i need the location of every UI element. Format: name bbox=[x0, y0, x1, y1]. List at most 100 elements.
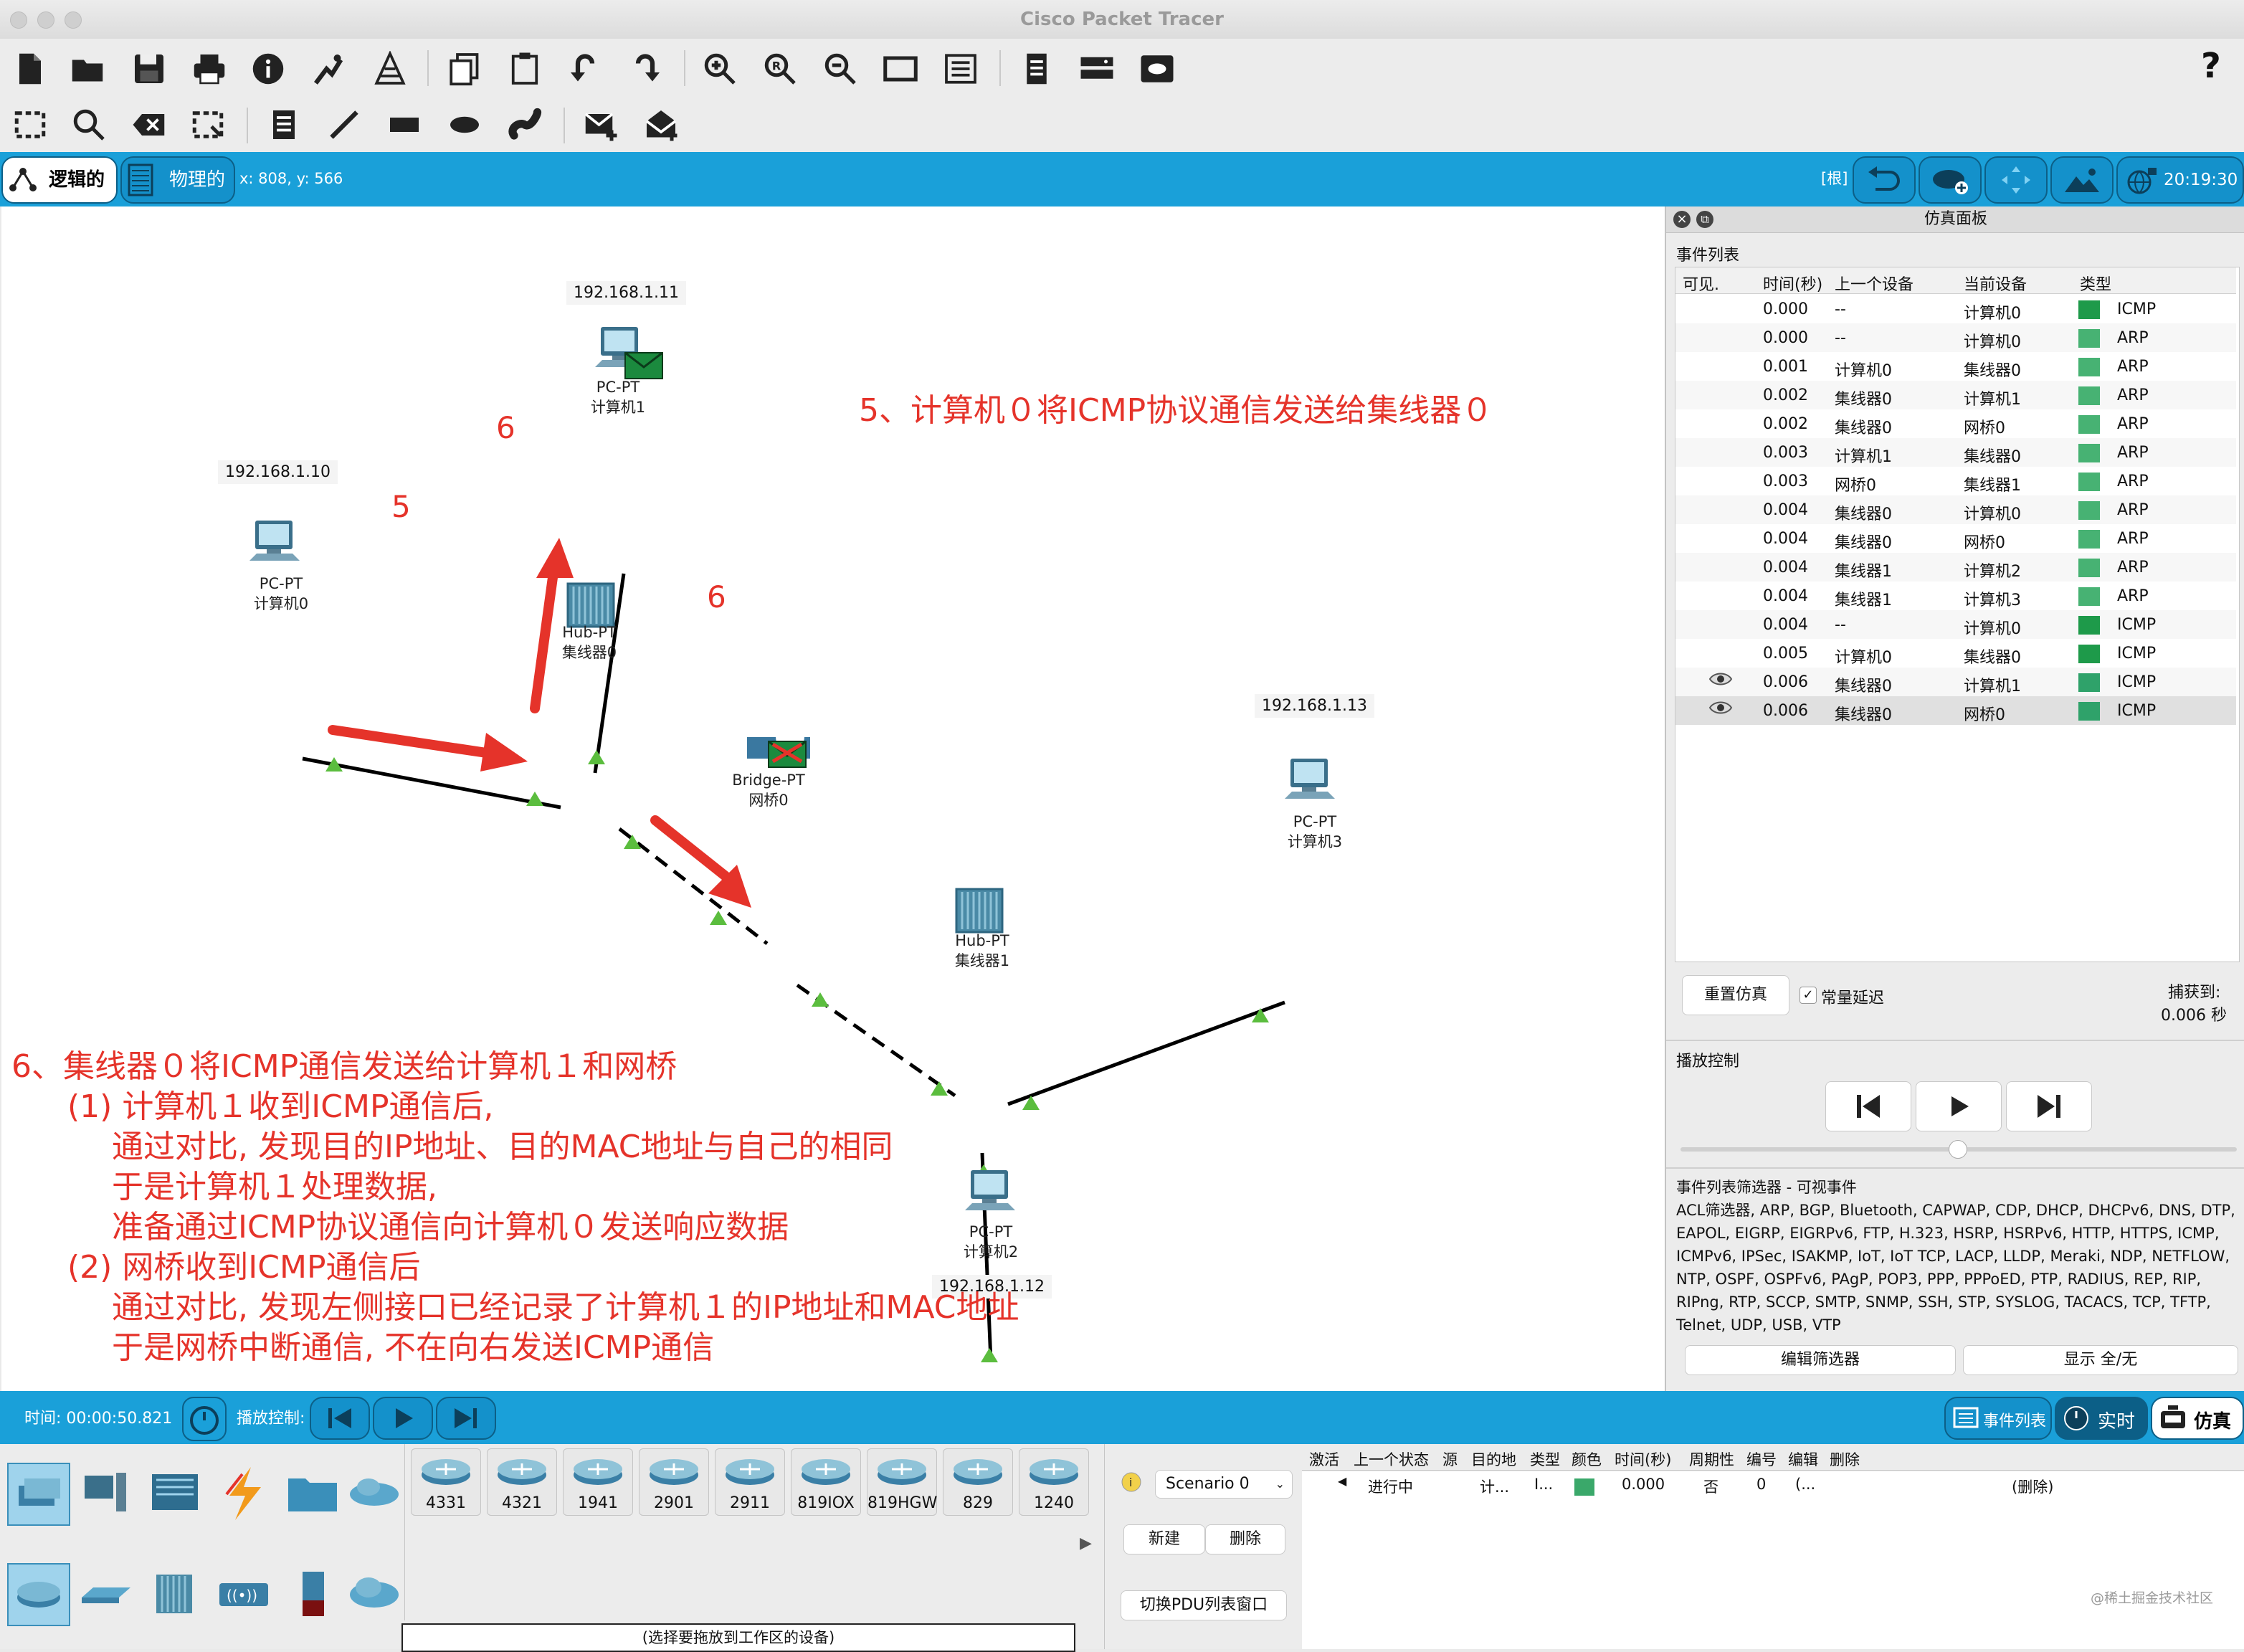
cloud-manager-icon[interactable] bbox=[1137, 49, 1177, 89]
security-subcategory-icon[interactable] bbox=[282, 1563, 343, 1623]
playback-speed-handle[interactable] bbox=[1949, 1140, 1967, 1159]
column-header[interactable]: 可见. bbox=[1683, 272, 1719, 295]
column-header[interactable]: 周期性 bbox=[1689, 1448, 1734, 1470]
event-row[interactable]: 0.000 -- 计算机0 ICMP bbox=[1675, 295, 2236, 323]
logical-view-tab[interactable]: 逻辑的 bbox=[1, 156, 118, 204]
realtime-mode-tab[interactable]: 实时 bbox=[2055, 1397, 2148, 1440]
routers-subcategory-icon[interactable] bbox=[7, 1563, 70, 1626]
constant-delay-checkbox[interactable]: ✓ bbox=[1800, 987, 1817, 1004]
power-cycle-button[interactable] bbox=[182, 1397, 227, 1441]
paste-icon[interactable] bbox=[505, 49, 545, 89]
wan-emulation-subcategory-icon[interactable] bbox=[344, 1563, 404, 1623]
pdu-envelope-icon[interactable] bbox=[624, 351, 665, 381]
column-header[interactable]: 编辑 bbox=[1788, 1448, 1818, 1470]
device-model-4321[interactable]: 4321 bbox=[487, 1448, 557, 1516]
simulation-mode-tab[interactable]: 仿真 bbox=[2151, 1397, 2244, 1440]
draw-ellipse-icon[interactable] bbox=[444, 105, 485, 145]
freeform-icon[interactable] bbox=[505, 105, 545, 145]
scenario-select[interactable]: Scenario 0 ⌄ bbox=[1155, 1470, 1293, 1499]
event-row[interactable]: 0.004 集线器1 计算机3 ARP bbox=[1675, 581, 2236, 610]
scenario-info-icon[interactable]: i bbox=[1121, 1471, 1142, 1493]
info-icon[interactable] bbox=[248, 49, 288, 89]
column-header[interactable]: 上一个设备 bbox=[1835, 272, 1913, 295]
device-model-819HGW[interactable]: 819HGW bbox=[867, 1448, 937, 1516]
ip-note-pc3[interactable]: 192.168.1.13 bbox=[1255, 694, 1374, 718]
hubs-subcategory-icon[interactable] bbox=[145, 1563, 205, 1623]
link-pc0-hub0[interactable] bbox=[302, 756, 561, 810]
device-template-icon[interactable] bbox=[1077, 49, 1117, 89]
delete-scenario-button[interactable]: 删除 bbox=[1205, 1524, 1285, 1554]
drawing-palette-icon[interactable] bbox=[880, 49, 921, 89]
device-model-4331[interactable]: 4331 bbox=[411, 1448, 481, 1516]
wireless-subcategory-icon[interactable]: ((•)) bbox=[214, 1563, 274, 1623]
reset-simulation-button[interactable]: 重置仿真 bbox=[1682, 975, 1789, 1015]
show-all-none-button[interactable]: 显示 全/无 bbox=[1963, 1345, 2238, 1375]
event-row[interactable]: 0.004 集线器0 网桥0 ARP bbox=[1675, 524, 2236, 553]
draw-line-icon[interactable] bbox=[324, 105, 364, 145]
move-object-button[interactable] bbox=[1984, 156, 2048, 204]
event-list-toggle[interactable]: 事件列表 bbox=[1944, 1397, 2052, 1440]
print-icon[interactable] bbox=[189, 49, 229, 89]
device-model-1240[interactable]: 1240 bbox=[1019, 1448, 1089, 1516]
new-file-icon[interactable] bbox=[10, 49, 50, 89]
end-devices-category-icon[interactable] bbox=[76, 1463, 136, 1523]
expand-arrow-icon[interactable]: ▶ bbox=[1080, 1534, 1092, 1552]
event-row[interactable]: 0.002 集线器0 网桥0 ARP bbox=[1675, 409, 2236, 438]
undo-icon[interactable] bbox=[565, 49, 605, 89]
column-header[interactable]: 时间(秒) bbox=[1615, 1448, 1671, 1470]
edit-filters-button[interactable]: 编辑筛选器 bbox=[1685, 1345, 1956, 1375]
column-header[interactable]: 时间(秒) bbox=[1763, 272, 1822, 295]
redo-icon[interactable] bbox=[625, 49, 665, 89]
bottom-play-button[interactable] bbox=[373, 1397, 433, 1440]
event-row[interactable]: 0.003 网桥0 集线器1 ARP bbox=[1675, 467, 2236, 495]
device-model-819IOX[interactable]: 819IOX bbox=[791, 1448, 861, 1516]
network-info-icon[interactable] bbox=[370, 49, 410, 89]
bottom-step-forward-button[interactable] bbox=[436, 1397, 496, 1440]
column-header[interactable]: 类型 bbox=[2080, 272, 2111, 295]
event-row[interactable]: 0.000 -- 计算机0 ARP bbox=[1675, 323, 2236, 352]
pdu-edit[interactable]: (... bbox=[1795, 1476, 1815, 1493]
new-scenario-button[interactable]: 新建 bbox=[1123, 1524, 1205, 1554]
zoom-in-icon[interactable] bbox=[700, 49, 740, 89]
event-row[interactable]: 0.004 集线器1 计算机2 ARP bbox=[1675, 553, 2236, 581]
physical-view-tab[interactable]: 物理的 bbox=[120, 156, 235, 204]
column-header[interactable]: 目的地 bbox=[1471, 1448, 1516, 1470]
play-button[interactable] bbox=[1916, 1081, 2002, 1131]
ip-note-pc0[interactable]: 192.168.1.10 bbox=[218, 460, 338, 484]
save-icon[interactable] bbox=[129, 49, 169, 89]
bridge0-icon[interactable] bbox=[744, 730, 813, 770]
bottom-step-back-button[interactable] bbox=[310, 1397, 370, 1440]
event-row[interactable]: 0.004 集线器0 计算机0 ARP bbox=[1675, 495, 2236, 524]
column-header[interactable]: 上一个状态 bbox=[1354, 1448, 1429, 1470]
miscellaneous-category-icon[interactable] bbox=[282, 1463, 343, 1523]
device-model-1941[interactable]: 1941 bbox=[563, 1448, 633, 1516]
device-model-829[interactable]: 829 bbox=[943, 1448, 1013, 1516]
custom-device-dialog-icon[interactable] bbox=[941, 49, 981, 89]
event-list-table[interactable]: 可见. 时间(秒) 上一个设备 当前设备 类型 0.000 -- 计算机0 ICMP 0… bbox=[1675, 267, 2240, 962]
add-simple-pdu-icon[interactable] bbox=[581, 105, 621, 145]
column-header[interactable]: 类型 bbox=[1530, 1448, 1560, 1470]
pc3-icon[interactable] bbox=[1285, 759, 1335, 800]
column-header[interactable]: 激活 bbox=[1309, 1448, 1339, 1470]
connections-category-icon[interactable] bbox=[214, 1463, 274, 1523]
hub0-icon[interactable] bbox=[566, 582, 615, 628]
step-back-button[interactable] bbox=[1825, 1081, 1911, 1131]
event-row[interactable]: 0.006 集线器0 网桥0 ICMP bbox=[1675, 696, 2236, 725]
event-row[interactable]: 0.001 计算机0 集线器0 ARP bbox=[1675, 352, 2236, 381]
add-complex-pdu-icon[interactable] bbox=[641, 105, 681, 145]
column-header[interactable]: 源 bbox=[1442, 1448, 1458, 1470]
back-button[interactable] bbox=[1853, 156, 1916, 204]
event-row[interactable]: 0.003 计算机1 集线器0 ARP bbox=[1675, 438, 2236, 467]
toggle-pdu-list-button[interactable]: 切换PDU列表窗口 bbox=[1121, 1590, 1287, 1620]
inspect-icon[interactable] bbox=[69, 105, 109, 145]
activity-wizard-icon[interactable] bbox=[308, 49, 348, 89]
resize-shape-icon[interactable] bbox=[188, 105, 228, 145]
column-header[interactable]: 删除 bbox=[1830, 1448, 1860, 1470]
draw-rectangle-icon[interactable] bbox=[384, 105, 424, 145]
ip-note-pc1[interactable]: 192.168.1.11 bbox=[566, 281, 686, 305]
link-hub1-pc3[interactable] bbox=[1007, 1000, 1285, 1106]
select-icon[interactable] bbox=[10, 105, 50, 145]
hub1-icon[interactable] bbox=[955, 888, 1004, 934]
step-forward-button[interactable] bbox=[2006, 1081, 2092, 1131]
pdu-row[interactable]: ◀ 进行中 计... I... 0.000 否 0 (... (删除) bbox=[1302, 1471, 2244, 1500]
